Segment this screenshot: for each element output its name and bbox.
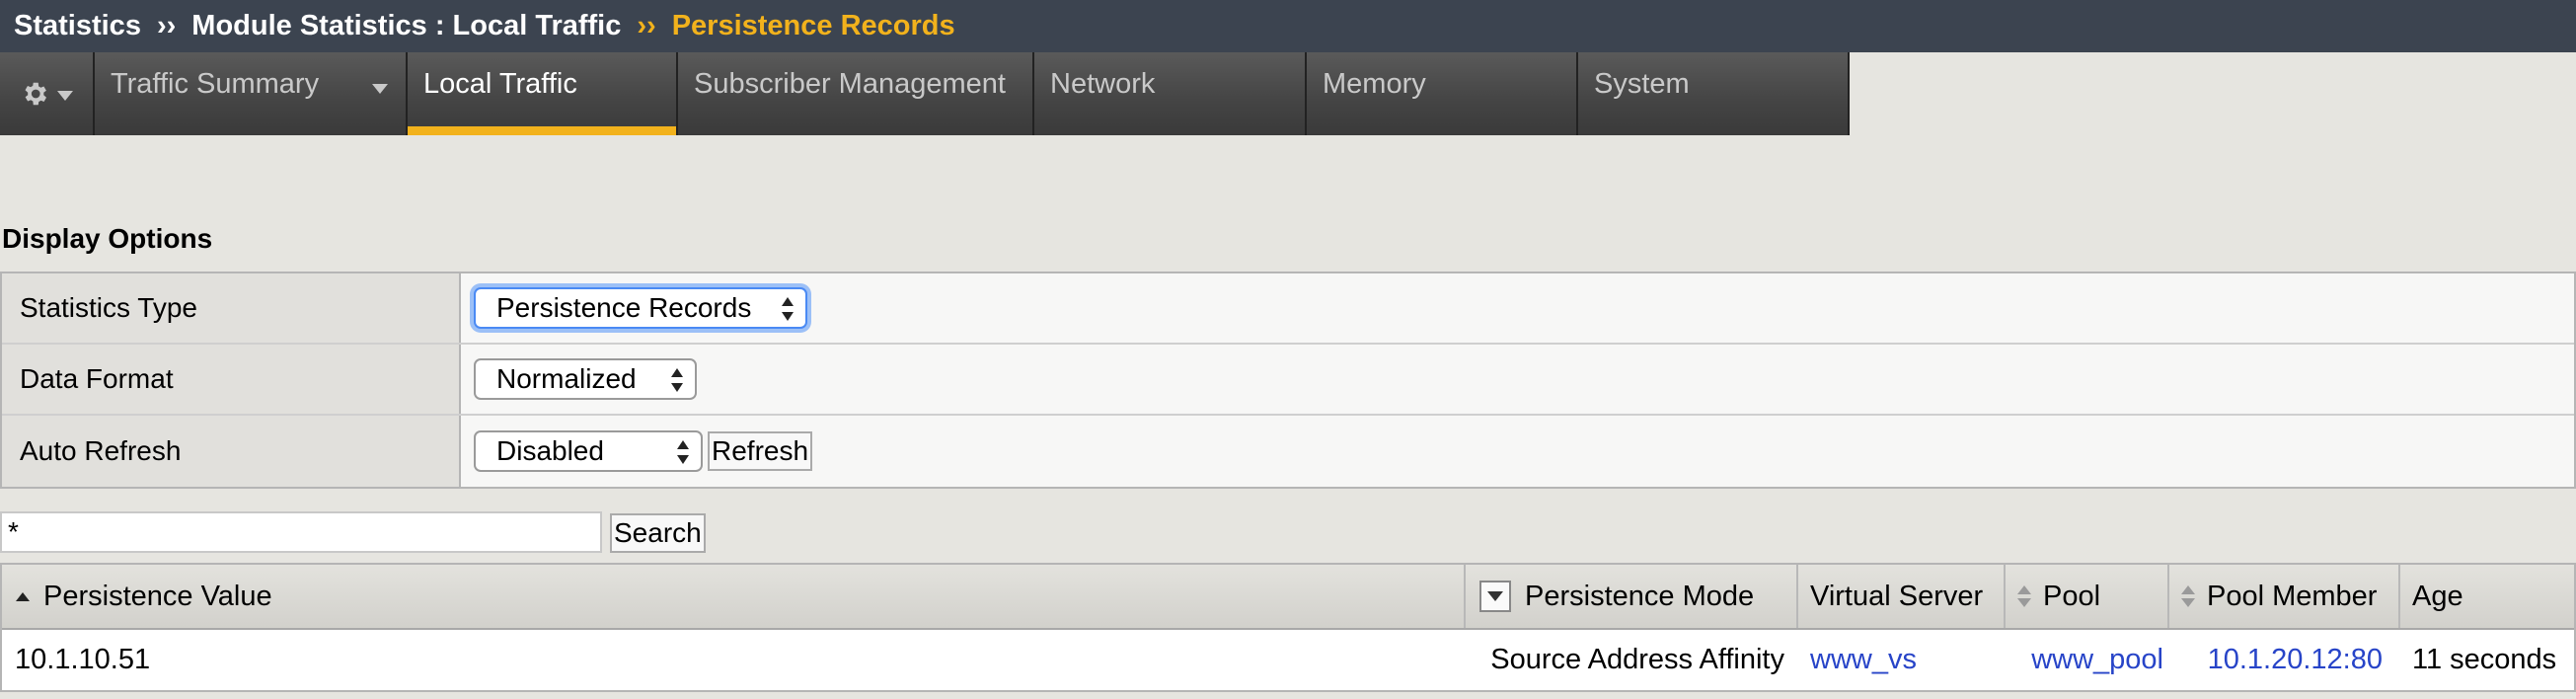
select-arrows-icon [671, 368, 683, 392]
tab-label: Traffic Summary [111, 68, 320, 100]
select-value: Normalized [496, 363, 637, 394]
tab-label: System [1594, 68, 1690, 100]
tab-traffic-summary[interactable]: Traffic Summary [95, 52, 408, 135]
option-row-statistics-type: Statistics Type Persistence Records [2, 273, 2574, 345]
breadcrumb-item-module-statistics[interactable]: Module Statistics : Local Traffic [191, 10, 621, 42]
select-value: Persistence Records [496, 292, 752, 323]
option-row-data-format: Data Format Normalized [2, 345, 2574, 416]
tab-system[interactable]: System [1578, 52, 1850, 135]
option-value: Persistence Records [461, 273, 2574, 343]
breadcrumb-item-current: Persistence Records [671, 10, 955, 41]
select-arrows-icon [782, 297, 794, 321]
option-value: Normalized [461, 345, 2574, 414]
table-header-row: Persistence Value Persistence Mode Virtu… [2, 565, 2574, 630]
persistence-records-table: Persistence Value Persistence Mode Virtu… [0, 563, 2576, 692]
chevron-down-icon[interactable] [372, 84, 388, 94]
cell-persistence-mode: Source Address Affinity [1490, 643, 1784, 675]
tab-label: Local Traffic [423, 68, 577, 100]
display-options-title: Display Options [2, 223, 213, 254]
column-header-persistence-mode[interactable]: Persistence Mode [1466, 565, 1798, 628]
sort-icon [2181, 585, 2195, 607]
display-options-panel: Statistics Type Persistence Records Data… [0, 272, 2576, 489]
statistics-type-select[interactable]: Persistence Records [474, 287, 807, 329]
tab-label: Network [1050, 68, 1156, 100]
column-header-label: Age [2412, 580, 2463, 612]
cell-age: 11 seconds [2412, 643, 2557, 675]
cell-pool-member-link[interactable]: 10.1.20.12:80 [2169, 644, 2400, 676]
search-input[interactable]: * [0, 511, 602, 553]
table-row: 10.1.10.51 Source Address Affinity www_v… [2, 630, 2574, 689]
sort-ascending-icon [16, 591, 30, 601]
column-header-label: Virtual Server [1810, 580, 1984, 612]
filter-dropdown-icon[interactable] [1479, 581, 1511, 612]
tab-label: Subscriber Management [694, 68, 1006, 100]
cell-persistence-value: 10.1.10.51 [15, 643, 151, 675]
column-header-virtual-server[interactable]: Virtual Server [1798, 565, 2006, 628]
tab-memory[interactable]: Memory [1307, 52, 1578, 135]
breadcrumb: Statistics ›› Module Statistics : Local … [0, 0, 2576, 52]
tab-bar: Traffic Summary Local Traffic Subscriber… [0, 52, 2576, 135]
breadcrumb-separator: ›› [156, 10, 177, 41]
refresh-button[interactable]: Refresh [708, 431, 813, 471]
column-header-pool[interactable]: Pool [2006, 565, 2169, 628]
search-button[interactable]: Search [610, 513, 706, 553]
column-header-persistence-value[interactable]: Persistence Value [2, 565, 1466, 628]
tab-network[interactable]: Network [1034, 52, 1307, 135]
option-label: Statistics Type [2, 273, 461, 343]
cell-virtual-server-link[interactable]: www_vs [1798, 644, 2006, 676]
column-header-label: Pool Member [2207, 580, 2378, 612]
option-label: Auto Refresh [2, 416, 461, 487]
column-header-pool-member[interactable]: Pool Member [2169, 565, 2400, 628]
tab-local-traffic[interactable]: Local Traffic [408, 52, 678, 135]
column-header-label: Persistence Value [43, 580, 272, 612]
settings-menu-button[interactable] [0, 52, 95, 135]
chevron-down-icon [57, 91, 73, 101]
cell-pool-link[interactable]: www_pool [2006, 644, 2169, 676]
select-arrows-icon [677, 440, 689, 464]
sort-icon [2017, 585, 2031, 607]
data-format-select[interactable]: Normalized [474, 358, 697, 400]
option-label: Data Format [2, 345, 461, 414]
gear-icon [25, 82, 47, 106]
column-header-label: Pool [2043, 580, 2101, 612]
auto-refresh-select[interactable]: Disabled [474, 430, 703, 472]
option-row-auto-refresh: Auto Refresh Disabled Refresh [2, 416, 2574, 487]
tab-subscriber-management[interactable]: Subscriber Management [678, 52, 1034, 135]
column-header-age[interactable]: Age [2400, 565, 2574, 628]
breadcrumb-separator: ›› [637, 10, 656, 41]
tab-label: Memory [1323, 68, 1426, 100]
column-header-label: Persistence Mode [1525, 580, 1755, 612]
select-value: Disabled [496, 435, 604, 466]
tab-list: Traffic Summary Local Traffic Subscriber… [0, 52, 1850, 135]
option-value: Disabled Refresh [461, 416, 2574, 487]
breadcrumb-item-statistics[interactable]: Statistics [14, 10, 141, 42]
